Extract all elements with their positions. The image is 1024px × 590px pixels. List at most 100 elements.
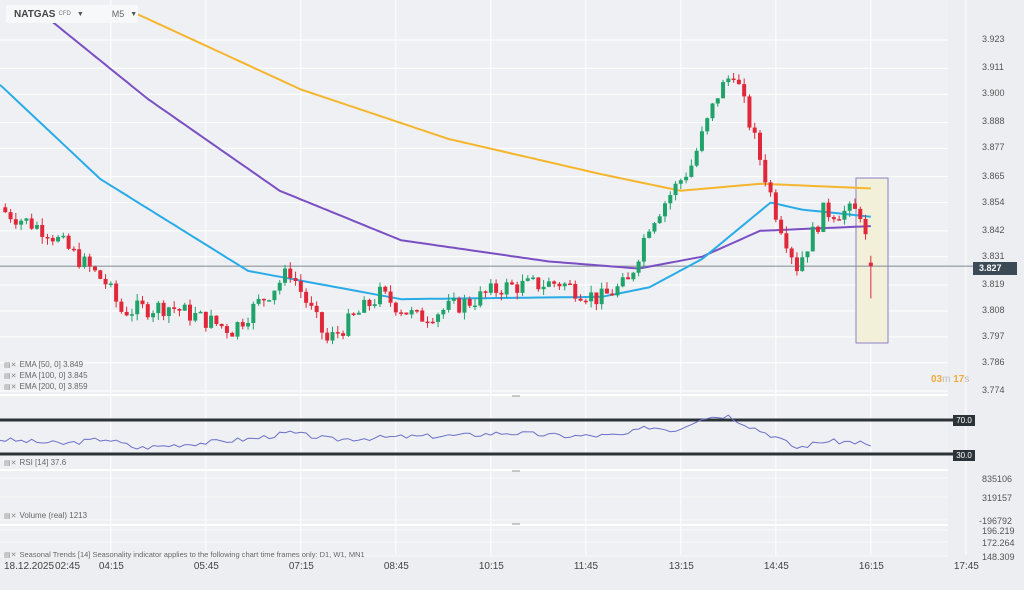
settings-icon[interactable]: ▤✕	[4, 513, 16, 520]
chevron-down-icon[interactable]: ▼	[77, 11, 84, 18]
legend-ema50[interactable]: ▤✕ EMA [50, 0] 3.849	[4, 360, 83, 369]
candle-body	[182, 304, 187, 311]
candle-body	[594, 292, 599, 305]
candle-body	[240, 322, 245, 327]
settings-icon[interactable]: ▤✕	[4, 362, 16, 369]
candle-body	[82, 256, 87, 268]
candle-body	[779, 219, 784, 234]
candle-body	[684, 176, 689, 181]
candle-body	[235, 322, 240, 337]
candle-body	[209, 315, 214, 328]
candle-body	[56, 237, 61, 242]
candle-body	[304, 291, 309, 303]
timeframe-selector[interactable]: M5	[112, 9, 125, 19]
candle-body	[541, 286, 546, 290]
candle-body	[430, 321, 435, 324]
candle-body	[319, 312, 324, 333]
candle-body	[346, 313, 351, 336]
candle-body	[351, 313, 356, 315]
candle-body	[800, 257, 805, 272]
candle-body	[668, 195, 673, 204]
chevron-down-icon[interactable]: ▼	[130, 11, 137, 18]
candle-body	[853, 203, 857, 209]
candle-body	[420, 310, 425, 322]
candle-body	[409, 310, 414, 315]
candle-body	[710, 103, 715, 119]
candle-body	[388, 291, 393, 303]
candle-body	[40, 224, 45, 237]
candle-body	[562, 283, 567, 287]
candle-body	[367, 299, 372, 306]
price-axis-label: 3.797	[982, 330, 1005, 341]
time-axis-label: 04:15	[98, 561, 124, 572]
candle-body	[129, 314, 134, 316]
candle-body	[383, 286, 388, 292]
candle-body	[863, 218, 868, 235]
candle-body	[325, 332, 330, 341]
candle-body	[810, 226, 815, 252]
candle-body	[641, 237, 646, 262]
settings-icon[interactable]: ▤✕	[4, 384, 16, 391]
price-axis-label: 3.888	[982, 116, 1005, 127]
candle-body	[330, 332, 335, 341]
candle	[145, 301, 150, 320]
time-axis-label: 16:15	[858, 561, 884, 572]
symbol-selector[interactable]: NATGAS CFD ▼ M5 ▼	[6, 5, 138, 23]
candle-body	[705, 118, 710, 132]
legend-ema100[interactable]: ▤✕ EMA [100, 0] 3.845	[4, 371, 88, 380]
candle-body	[536, 277, 541, 290]
candle-body	[636, 261, 641, 273]
candle-body	[283, 268, 287, 283]
settings-icon[interactable]: ▤✕	[4, 552, 16, 559]
candle-body	[230, 332, 235, 337]
candle-body	[441, 309, 446, 315]
price-axis-label: 3.900	[982, 88, 1005, 99]
candle	[721, 79, 726, 99]
legend-volume[interactable]: ▤✕ Volume (real) 1213	[4, 511, 87, 520]
settings-icon[interactable]: ▤✕	[4, 373, 16, 380]
candle-body	[145, 304, 150, 318]
candle	[773, 189, 778, 223]
candle-body	[156, 302, 161, 314]
candle-body	[620, 277, 625, 287]
price-axis-label: 3.854	[982, 196, 1005, 207]
candle-body	[837, 219, 842, 221]
candle-body	[298, 281, 303, 292]
price-axis-label: 3.877	[982, 142, 1005, 153]
legend-rsi[interactable]: ▤✕ RSI [14] 37.6	[4, 458, 66, 467]
candle-body	[124, 311, 129, 316]
time-axis-label: 14:45	[763, 561, 789, 572]
candle-body	[663, 203, 667, 217]
candle-body	[715, 98, 720, 104]
candle-body	[224, 326, 229, 333]
candle-body	[114, 283, 119, 302]
rsi-lower-label: 30.0	[953, 450, 975, 461]
candle-body	[826, 202, 831, 218]
candle-body	[457, 298, 462, 313]
candle-body	[758, 132, 762, 160]
candle-body	[699, 131, 704, 151]
candle-body	[414, 310, 419, 312]
candle-body	[34, 224, 39, 229]
candle-body	[425, 321, 430, 324]
candle-body	[29, 218, 34, 229]
legend-seasonal[interactable]: ▤✕ Seasonal Trends [14] Seasonality indic…	[4, 550, 365, 559]
candle-body	[50, 237, 55, 242]
price-axis-label: 3.808	[982, 304, 1005, 315]
symbol-name: NATGAS	[14, 8, 56, 20]
candle-body	[467, 298, 472, 306]
candle-body	[87, 256, 92, 267]
candle-body	[789, 248, 794, 258]
candle-body	[108, 283, 113, 286]
time-axis-label: 17:45	[953, 561, 979, 572]
price-chart[interactable]	[0, 0, 1024, 590]
candle-body	[509, 282, 514, 285]
legend-ema200[interactable]: ▤✕ EMA [200, 0] 3.859	[4, 382, 88, 391]
candle-body	[631, 272, 636, 280]
price-axis-label: 3.923	[982, 34, 1005, 44]
candle-body	[19, 220, 24, 225]
candle-body	[45, 236, 50, 239]
candle-body	[214, 315, 219, 325]
settings-icon[interactable]: ▤✕	[4, 460, 16, 467]
candle-body	[177, 309, 182, 311]
